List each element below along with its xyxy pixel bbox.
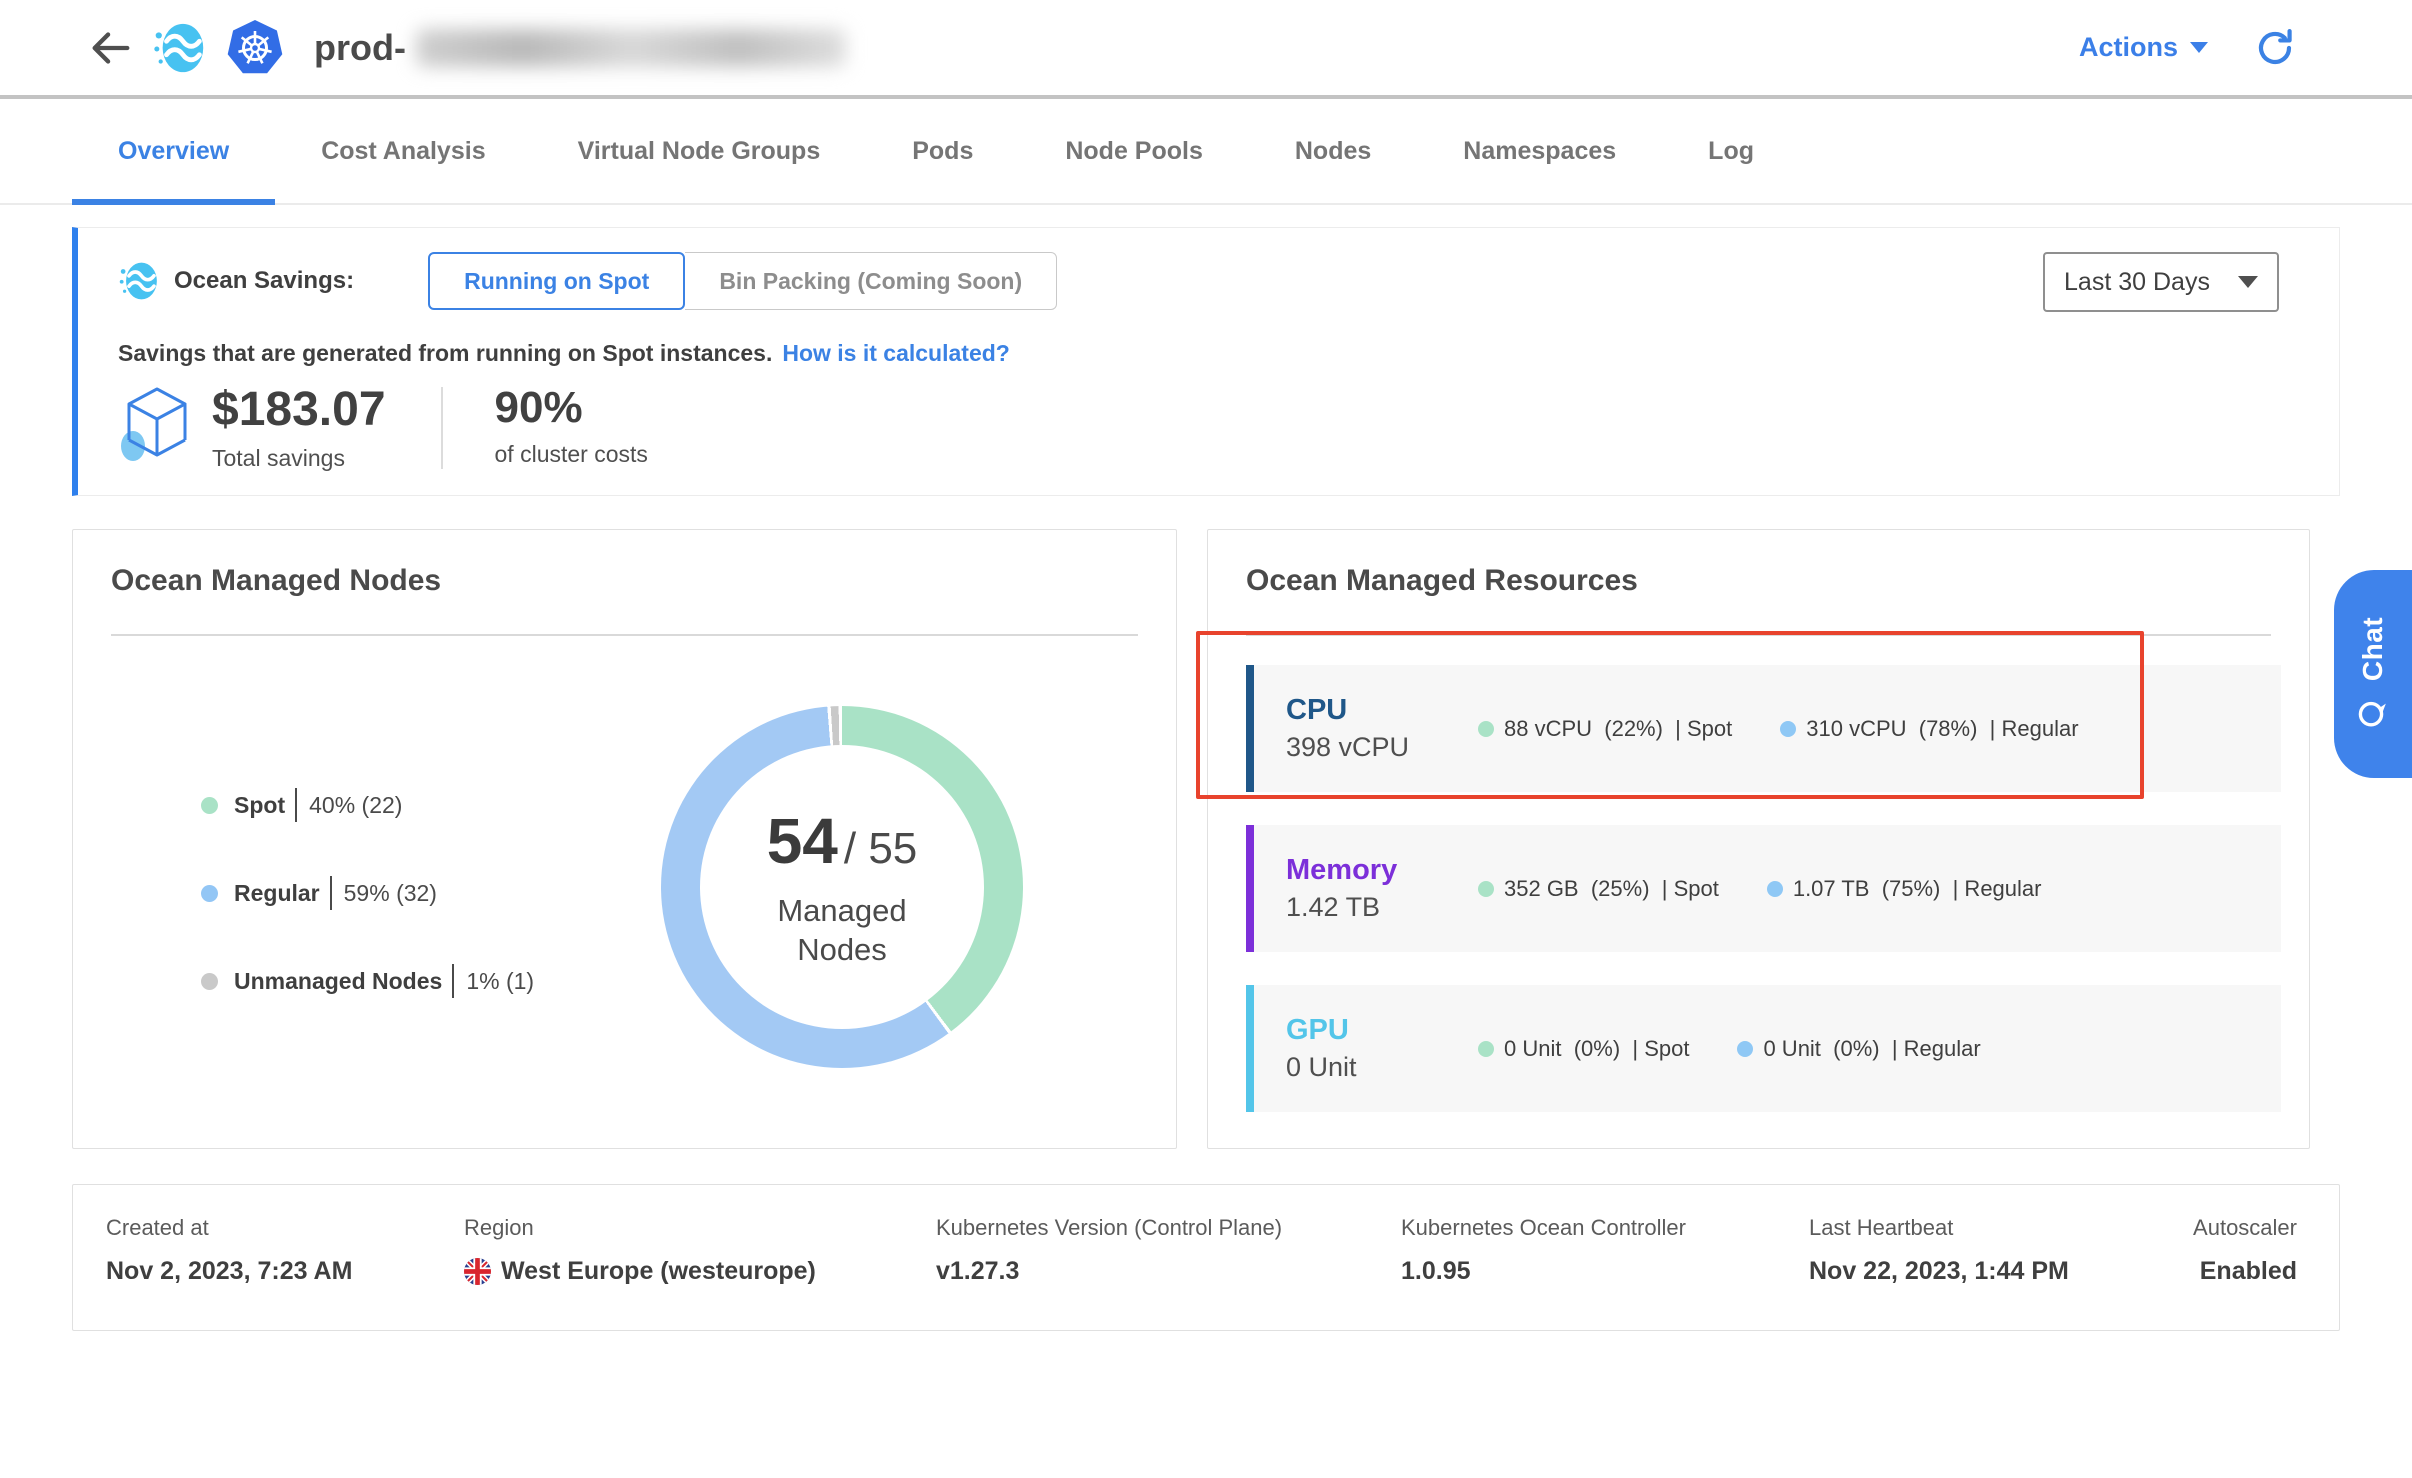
legend-item-regular: Regular 59% (32) <box>201 876 534 910</box>
tab-pods[interactable]: Pods <box>866 99 1019 203</box>
memory-regular-stat: 1.07 TB (75%) | Regular <box>1767 876 2042 902</box>
resource-row-memory: Memory 1.42 TB 352 GB (25%) | Spot 1.07 … <box>1246 825 2281 952</box>
chevron-down-icon <box>2238 276 2258 288</box>
memory-value: 1.42 TB <box>1286 892 1478 923</box>
managed-nodes-title: Ocean Managed Nodes <box>111 564 441 598</box>
divider <box>441 387 443 469</box>
memory-spot-stat: 352 GB (25%) | Spot <box>1478 876 1719 902</box>
managed-nodes-count: 54 <box>767 804 838 878</box>
back-button[interactable] <box>86 24 134 72</box>
gpu-value: 0 Unit <box>1286 1052 1478 1083</box>
savings-description: Savings that are generated from running … <box>118 340 2339 367</box>
spot-dot-icon <box>1478 721 1494 737</box>
actions-button[interactable]: Actions <box>2079 32 2208 63</box>
regular-dot-icon <box>1767 881 1783 897</box>
cluster-info-bar: Created at Nov 2, 2023, 7:23 AM Region W… <box>72 1184 2340 1331</box>
chat-label: Chat <box>2357 617 2389 681</box>
managed-resources-title: Ocean Managed Resources <box>1246 564 1638 598</box>
managed-nodes-label: Managed Nodes <box>737 892 947 970</box>
managed-nodes-total: / 55 <box>844 824 917 874</box>
actions-label: Actions <box>2079 32 2178 63</box>
cpu-regular-stat: 310 vCPU (78%) | Regular <box>1780 716 2078 742</box>
savings-cube-icon <box>118 383 196 469</box>
cluster-costs-block: 90% of cluster costs <box>495 385 648 468</box>
memory-title: Memory <box>1286 854 1478 887</box>
regular-dot-icon <box>201 885 218 902</box>
ocean-controller-col: Kubernetes Ocean Controller 1.0.95 <box>1401 1215 1809 1330</box>
period-dropdown-value: Last 30 Days <box>2064 268 2210 297</box>
last-heartbeat-col: Last Heartbeat Nov 22, 2023, 1:44 PM <box>1809 1215 2183 1330</box>
uk-flag-icon <box>464 1258 491 1285</box>
kubernetes-logo-icon <box>226 19 284 77</box>
ocean-cluster-overview-page: prod- Actions Overview Cost Analysis Vir… <box>0 0 2412 1478</box>
tab-virtual-node-groups[interactable]: Virtual Node Groups <box>532 99 867 203</box>
gpu-title: GPU <box>1286 1014 1478 1047</box>
tab-namespaces[interactable]: Namespaces <box>1417 99 1662 203</box>
legend-item-unmanaged: Unmanaged Nodes 1% (1) <box>201 964 534 998</box>
savings-toggle: Running on Spot Bin Packing (Coming Soon… <box>428 252 1057 310</box>
total-savings-value: $183.07 <box>212 385 386 435</box>
gpu-spot-stat: 0 Unit (0%) | Spot <box>1478 1036 1689 1062</box>
tab-overview[interactable]: Overview <box>72 99 275 203</box>
resource-row-gpu: GPU 0 Unit 0 Unit (0%) | Spot 0 Unit (0%… <box>1246 985 2281 1112</box>
ocean-managed-resources-card: Ocean Managed Resources CPU 398 vCPU 88 … <box>1207 529 2310 1149</box>
tab-log[interactable]: Log <box>1662 99 1800 203</box>
toggle-running-on-spot[interactable]: Running on Spot <box>428 252 685 310</box>
gpu-regular-stat: 0 Unit (0%) | Regular <box>1737 1036 1980 1062</box>
divider <box>330 876 332 910</box>
regular-dot-icon <box>1737 1041 1753 1057</box>
chevron-down-icon <box>2190 42 2208 53</box>
autoscaler-col: Autoscaler Enabled <box>2183 1215 2297 1330</box>
spot-dot-icon <box>201 797 218 814</box>
created-at-col: Created at Nov 2, 2023, 7:23 AM <box>106 1215 464 1330</box>
ocean-savings-label: Ocean Savings: <box>174 267 354 295</box>
tab-cost-analysis[interactable]: Cost Analysis <box>275 99 531 203</box>
ocean-savings-panel: Ocean Savings: Running on Spot Bin Packi… <box>72 227 2340 496</box>
refresh-icon <box>2254 27 2296 69</box>
tab-nodes[interactable]: Nodes <box>1249 99 1417 203</box>
cpu-spot-stat: 88 vCPU (22%) | Spot <box>1478 716 1732 742</box>
legend-item-spot: Spot 40% (22) <box>201 788 534 822</box>
divider <box>295 788 297 822</box>
regular-dot-icon <box>1780 721 1796 737</box>
k8s-version-col: Kubernetes Version (Control Plane) v1.27… <box>936 1215 1401 1330</box>
cluster-costs-label: of cluster costs <box>495 441 648 468</box>
page-title: prod- <box>314 27 406 69</box>
spot-dot-icon <box>1478 881 1494 897</box>
divider <box>1246 634 2271 636</box>
back-arrow-icon <box>87 25 133 71</box>
redacted-cluster-name <box>416 29 846 67</box>
cluster-costs-percent: 90% <box>495 385 648 431</box>
refresh-button[interactable] <box>2254 27 2296 69</box>
nodes-legend: Spot 40% (22) Regular 59% (32) Unmanaged… <box>201 788 534 998</box>
divider <box>452 964 454 998</box>
divider <box>111 634 1138 636</box>
tab-bar: Overview Cost Analysis Virtual Node Grou… <box>0 99 2412 205</box>
tab-node-pools[interactable]: Node Pools <box>1019 99 1249 203</box>
spot-dot-icon <box>1478 1041 1494 1057</box>
total-savings-block: $183.07 Total savings <box>212 385 386 472</box>
chat-button[interactable]: Chat <box>2334 570 2412 778</box>
managed-nodes-donut-chart: 54 / 55 Managed Nodes <box>661 706 1023 1068</box>
total-savings-label: Total savings <box>212 445 386 472</box>
unmanaged-dot-icon <box>201 973 218 990</box>
header: prod- Actions <box>0 0 2412 99</box>
chat-bubble-icon <box>2355 695 2391 731</box>
period-dropdown[interactable]: Last 30 Days <box>2043 252 2279 312</box>
cpu-title: CPU <box>1286 694 1478 727</box>
wave-icon <box>118 259 162 303</box>
how-calculated-link[interactable]: How is it calculated? <box>782 340 1010 366</box>
toggle-bin-packing[interactable]: Bin Packing (Coming Soon) <box>685 252 1057 310</box>
ocean-logo-icon <box>152 19 210 77</box>
region-col: Region West Europe (westeurope) <box>464 1215 936 1330</box>
cpu-value: 398 vCPU <box>1286 732 1478 763</box>
ocean-managed-nodes-card: Ocean Managed Nodes Spot 40% (22) Regula… <box>72 529 1177 1149</box>
resource-row-cpu: CPU 398 vCPU 88 vCPU (22%) | Spot 310 vC… <box>1246 665 2281 792</box>
